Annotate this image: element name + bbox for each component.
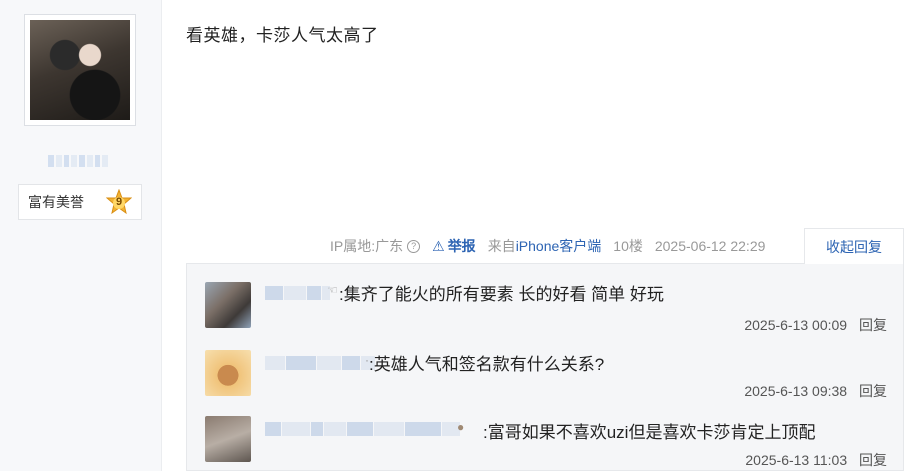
reputation-badge[interactable]: 富有美誉 9 (18, 184, 142, 220)
reply-time: 2025-6-13 09:38 (744, 383, 848, 399)
question-circle-icon[interactable]: ? (407, 239, 421, 253)
reply-panel: ☜ :集齐了能火的所有要素 长的好看 简单 好玩 2025-6-13 00:09… (186, 263, 904, 471)
reply-meta: 2025-6-13 09:38 回复 (744, 381, 887, 401)
reply-button[interactable]: 回复 (859, 383, 887, 399)
client-link[interactable]: iPhone客户端 (516, 236, 602, 256)
star-level-icon: 9 (105, 188, 133, 215)
post-content: 看英雄，卡莎人气太高了 (186, 26, 379, 45)
post-time: 2025-06-12 22:29 (654, 238, 766, 254)
from-prefix: 来自 (487, 238, 516, 254)
warning-triangle-icon: ⚠ (432, 237, 445, 254)
reply-username-blurred[interactable] (265, 422, 460, 436)
reply-meta: 2025-6-13 11:03 回复 (745, 450, 887, 470)
report-label: 举报 (447, 238, 476, 254)
author-username-blurred[interactable] (48, 155, 108, 167)
hand-emoji-icon: ☜ (327, 283, 338, 297)
emoji-icon: ● (457, 420, 465, 434)
reply-item: ☜ :集齐了能火的所有要素 长的好看 简单 好玩 2025-6-13 00:09… (187, 278, 905, 348)
client-source: 来自 iPhone客户端 (488, 236, 602, 256)
reply-item: ● :富哥如果不喜欢uzi但是喜欢卡莎肯定上顶配 2025-6-13 11:03… (187, 412, 905, 471)
badge-label: 富有美誉 (28, 194, 84, 210)
post-floor: 富有美誉 9 看英雄，卡莎人气太高了 IP属地:广东 ? ⚠ 举报 来自 iPh… (0, 0, 906, 471)
reply-avatar[interactable] (205, 416, 251, 462)
reply-text: :富哥如果不喜欢uzi但是喜欢卡莎肯定上顶配 (483, 423, 816, 442)
report-link[interactable]: ⚠ 举报 (432, 236, 476, 256)
author-sidebar: 富有美誉 9 (0, 0, 162, 471)
reply-button[interactable]: 回复 (859, 452, 887, 468)
reply-text: :英雄人气和签名款有什么关系? (369, 355, 605, 374)
ip-location: IP属地:广东 ? (330, 236, 421, 256)
reply-meta: 2025-6-13 00:09 回复 (744, 315, 887, 335)
author-avatar[interactable] (24, 14, 136, 126)
reply-username-blurred[interactable] (265, 286, 330, 300)
level-number: 9 (115, 196, 123, 208)
reply-avatar[interactable] (205, 350, 251, 396)
reply-time: 2025-6-13 11:03 (745, 452, 848, 468)
reply-item: · :英雄人气和签名款有什么关系? 2025-6-13 09:38 回复 (187, 348, 905, 414)
collapse-replies-button[interactable]: 收起回复 (804, 228, 904, 264)
reply-avatar[interactable] (205, 282, 251, 328)
reply-button[interactable]: 回复 (859, 317, 887, 333)
reply-text: :集齐了能火的所有要素 长的好看 简单 好玩 (339, 285, 664, 304)
ip-text: IP属地:广东 (330, 238, 404, 254)
reply-time: 2025-6-13 00:09 (744, 317, 848, 333)
avatar-image (30, 20, 130, 120)
post-meta-bar: IP属地:广东 ? ⚠ 举报 来自 iPhone客户端 10楼 2025-06-… (330, 236, 777, 256)
floor-number: 10楼 (613, 238, 643, 254)
reply-username-blurred[interactable] (265, 356, 375, 370)
